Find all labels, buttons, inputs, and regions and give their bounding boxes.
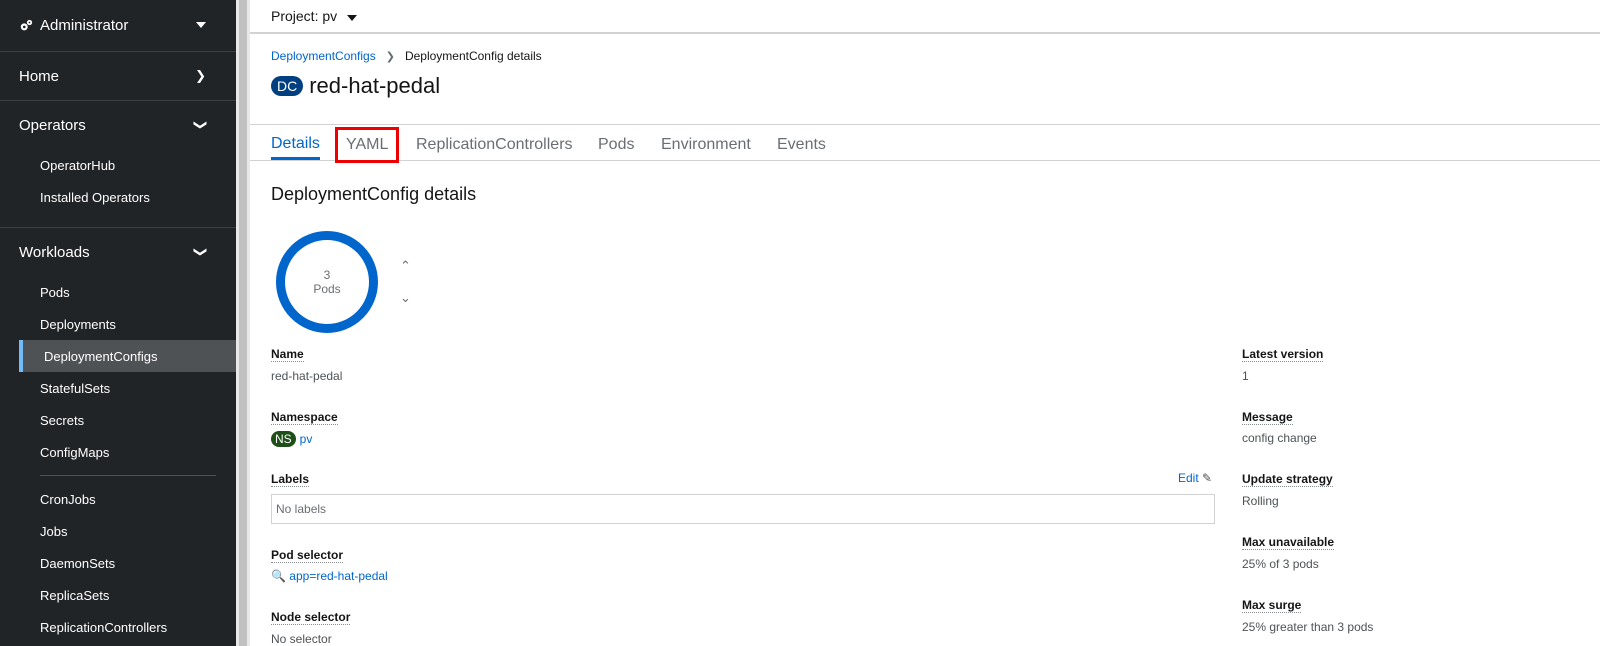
tab-yaml[interactable]: YAML	[334, 127, 400, 163]
breadcrumb-link-deploymentconfigs[interactable]: DeploymentConfigs	[271, 49, 376, 63]
max-surge-label: Max surge	[1242, 598, 1302, 613]
project-dropdown[interactable]: Project: pv	[271, 8, 358, 24]
edit-label: Edit	[1178, 471, 1199, 485]
namespace-label: Namespace	[271, 410, 338, 425]
sidebar-item-label: Secrets	[40, 412, 85, 428]
divider	[250, 124, 1600, 125]
chevron-right-icon: ❯	[195, 68, 206, 83]
pod-selector-value[interactable]: 🔍 app=red-hat-pedal	[271, 569, 388, 583]
caret-down-icon	[196, 22, 206, 28]
resource-name: red-hat-pedal	[309, 73, 441, 98]
nav-operators[interactable]: Operators ❯	[0, 101, 236, 149]
nav-workloads[interactable]: Workloads ❯	[0, 228, 236, 276]
sidebar-item-label: Installed Operators	[40, 189, 150, 205]
sidebar-item-label: ReplicationControllers	[40, 619, 168, 635]
perspective-switcher[interactable]: Administrator	[0, 0, 236, 52]
sidebar-item-label: DaemonSets	[40, 555, 116, 571]
node-selector-value: No selector	[271, 632, 332, 646]
resource-badge: DC	[271, 76, 304, 96]
edit-labels-button[interactable]: Edit ✎	[1178, 471, 1212, 485]
max-surge-value: 25% greater than 3 pods	[1242, 620, 1374, 634]
search-icon: 🔍	[271, 569, 286, 583]
pod-count-label: Pods	[313, 282, 341, 296]
sidebar-item-label: CronJobs	[40, 491, 96, 507]
sidebar-item-label: DeploymentConfigs	[44, 348, 158, 364]
chevron-right-icon: ❯	[385, 50, 395, 63]
sidebar-item-statefulsets[interactable]: StatefulSets	[0, 372, 236, 404]
labels-box: No labels	[271, 494, 1215, 524]
nav-home-label: Home	[19, 67, 60, 85]
sidebar-item-label: OperatorHub	[40, 157, 116, 173]
sidebar-item-deployments[interactable]: Deployments	[0, 308, 236, 340]
namespace-badge: NS	[271, 431, 296, 447]
name-label: Name	[271, 347, 304, 362]
tab-details[interactable]: Details	[271, 130, 320, 160]
sidebar-item-cronjobs[interactable]: CronJobs	[0, 483, 236, 515]
tab-replicationcontrollers[interactable]: ReplicationControllers	[416, 130, 573, 160]
sidebar-item-replicationcontrollers[interactable]: ReplicationControllers	[0, 611, 236, 643]
latest-version-label: Latest version	[1242, 347, 1324, 362]
pod-selector-label: Pod selector	[271, 548, 344, 563]
page-title: DC red-hat-pedal	[271, 73, 440, 99]
scale-up-icon[interactable]: ⌃	[400, 258, 411, 274]
sidebar-item-installed-operators[interactable]: Installed Operators	[0, 181, 236, 213]
nav-workloads-label: Workloads	[19, 243, 90, 261]
sidebar-item-label: Pods	[40, 284, 70, 300]
message-value: config change	[1242, 431, 1317, 445]
breadcrumb-current: DeploymentConfig details	[404, 49, 542, 63]
pod-selector-link[interactable]: app=red-hat-pedal	[289, 569, 387, 583]
pod-count: 3	[323, 268, 331, 282]
sidebar-item-label: StatefulSets	[40, 380, 111, 396]
sidebar-item-operatorhub[interactable]: OperatorHub	[0, 149, 236, 181]
chevron-down-icon: ❯	[193, 119, 209, 131]
message-label: Message	[1242, 410, 1293, 425]
sidebar: Administrator Home ❯ Operators ❯ Operato…	[0, 0, 236, 646]
sidebar-item-configmaps[interactable]: ConfigMaps	[0, 436, 236, 468]
sidebar-item-replicasets[interactable]: ReplicaSets	[0, 579, 236, 611]
labels-label: Labels	[271, 472, 310, 487]
breadcrumb: DeploymentConfigs ❯ DeploymentConfig det…	[271, 49, 542, 63]
max-unavailable-value: 25% of 3 pods	[1242, 557, 1319, 571]
nav-operators-label: Operators	[19, 116, 86, 134]
perspective-label: Administrator	[40, 17, 129, 34]
scale-down-icon[interactable]: ⌄	[400, 290, 411, 306]
section-title: DeploymentConfig details	[271, 184, 477, 204]
tab-pods[interactable]: Pods	[598, 130, 634, 160]
namespace-value[interactable]: NS pv	[271, 431, 312, 447]
tab-events[interactable]: Events	[777, 130, 826, 160]
project-label: Project: pv	[271, 8, 338, 24]
name-value: red-hat-pedal	[271, 369, 343, 383]
caret-down-icon	[347, 15, 358, 21]
namespace-link[interactable]: pv	[300, 432, 313, 446]
max-unavailable-label: Max unavailable	[1242, 535, 1335, 550]
sidebar-scrollbar-thumb[interactable]	[239, 0, 247, 646]
pod-ring-chart: 3 Pods	[276, 231, 378, 333]
divider	[40, 475, 216, 476]
project-bar: Project: pv	[250, 0, 1600, 34]
sidebar-item-secrets[interactable]: Secrets	[0, 404, 236, 436]
pencil-icon: ✎	[1202, 471, 1213, 485]
node-selector-label: Node selector	[271, 610, 351, 625]
tab-environment[interactable]: Environment	[661, 130, 751, 160]
update-strategy-value: Rolling	[1242, 494, 1279, 508]
latest-version-value: 1	[1242, 369, 1249, 383]
chevron-down-icon: ❯	[193, 246, 209, 258]
divider	[250, 160, 1600, 161]
gears-icon	[20, 19, 33, 30]
nav-home[interactable]: Home ❯	[0, 52, 236, 100]
sidebar-item-label: ConfigMaps	[40, 444, 110, 460]
sidebar-item-daemonsets[interactable]: DaemonSets	[0, 547, 236, 579]
sidebar-item-label: Deployments	[40, 316, 116, 332]
sidebar-item-label: ReplicaSets	[40, 587, 110, 603]
sidebar-item-deploymentconfigs[interactable]: DeploymentConfigs	[19, 340, 236, 372]
sidebar-item-jobs[interactable]: Jobs	[0, 515, 236, 547]
sidebar-item-label: Jobs	[40, 523, 68, 539]
update-strategy-label: Update strategy	[1242, 472, 1333, 487]
sidebar-item-pods[interactable]: Pods	[0, 276, 236, 308]
